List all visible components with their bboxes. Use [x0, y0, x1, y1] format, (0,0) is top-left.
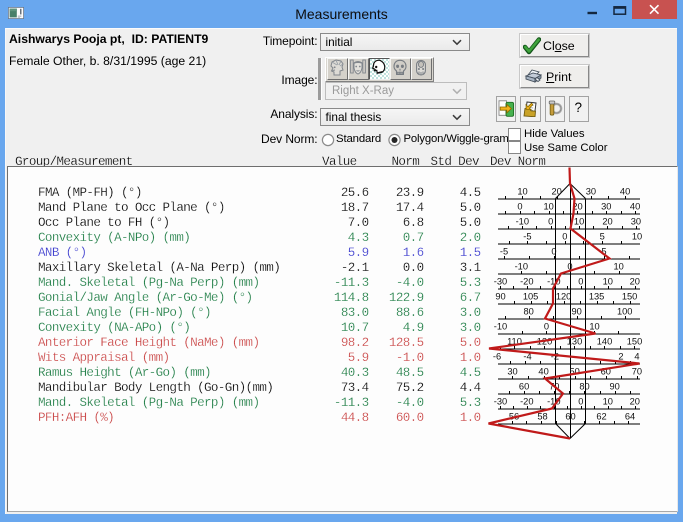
svg-text:20: 20: [630, 396, 640, 406]
svg-text:0: 0: [544, 321, 549, 331]
svg-text:105: 105: [523, 291, 539, 301]
svg-text:100: 100: [617, 306, 633, 316]
svg-text:30: 30: [586, 186, 596, 196]
svg-text:62: 62: [596, 411, 606, 421]
svg-text:10: 10: [544, 201, 554, 211]
svg-text:90: 90: [495, 291, 505, 301]
svg-text:30: 30: [507, 366, 517, 376]
svg-text:-30: -30: [494, 396, 507, 406]
svg-text:20: 20: [630, 276, 640, 286]
svg-text:10: 10: [517, 186, 527, 196]
svg-text:-30: -30: [494, 276, 507, 286]
svg-text:135: 135: [589, 291, 605, 301]
svg-text:40: 40: [620, 186, 630, 196]
svg-text:-5: -5: [523, 231, 531, 241]
svg-text:10: 10: [574, 216, 584, 226]
svg-text:0: 0: [562, 231, 567, 241]
svg-text:0: 0: [517, 201, 522, 211]
svg-text:40: 40: [630, 201, 640, 211]
svg-text:60: 60: [519, 381, 529, 391]
svg-text:-20: -20: [520, 276, 533, 286]
svg-text:-10: -10: [515, 261, 528, 271]
svg-text:10: 10: [589, 321, 599, 331]
svg-text:60: 60: [565, 411, 575, 421]
svg-text:20: 20: [552, 186, 562, 196]
svg-text:-10: -10: [494, 321, 507, 331]
svg-text:10: 10: [603, 276, 613, 286]
svg-text:150: 150: [627, 336, 643, 346]
svg-text:20: 20: [602, 216, 612, 226]
svg-text:-6: -6: [493, 351, 501, 361]
svg-text:58: 58: [537, 411, 547, 421]
svg-text:10: 10: [632, 231, 642, 241]
svg-text:10: 10: [603, 396, 613, 406]
svg-text:-10: -10: [516, 216, 529, 226]
svg-text:2: 2: [618, 351, 623, 361]
svg-text:150: 150: [622, 291, 638, 301]
svg-text:120: 120: [556, 291, 572, 301]
svg-text:140: 140: [597, 336, 613, 346]
svg-text:0: 0: [578, 396, 583, 406]
svg-text:0: 0: [548, 216, 553, 226]
svg-text:64: 64: [625, 411, 635, 421]
svg-text:80: 80: [524, 306, 534, 316]
svg-text:0: 0: [551, 246, 556, 256]
svg-text:5: 5: [600, 231, 605, 241]
svg-text:80: 80: [579, 381, 589, 391]
svg-text:70: 70: [632, 366, 642, 376]
svg-text:30: 30: [601, 201, 611, 211]
svg-text:90: 90: [572, 306, 582, 316]
svg-text:-20: -20: [520, 396, 533, 406]
svg-text:0: 0: [578, 276, 583, 286]
svg-text:30: 30: [631, 216, 641, 226]
svg-text:10: 10: [614, 261, 624, 271]
svg-text:90: 90: [610, 381, 620, 391]
svg-text:4: 4: [634, 351, 639, 361]
svg-text:40: 40: [538, 366, 548, 376]
svg-text:-5: -5: [500, 246, 508, 256]
